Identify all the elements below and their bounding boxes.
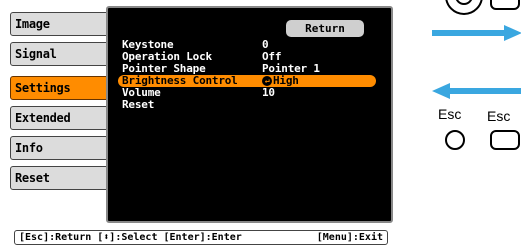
esc-label: Esc xyxy=(438,106,462,122)
tab-image[interactable]: Image xyxy=(10,12,118,36)
tab-label: Image xyxy=(15,17,50,31)
esc-rect-button-icon xyxy=(490,130,520,150)
menu-item-reset[interactable]: Reset xyxy=(118,99,376,111)
tab-rail: Image Signal Settings Extended Info Rese… xyxy=(10,12,120,224)
dial-button-icon xyxy=(445,0,483,15)
settings-panel: Return Keystone 0 Operation Lock Off Poi… xyxy=(106,6,393,223)
esc-label: Esc xyxy=(487,108,511,124)
esc-round-button-icon xyxy=(445,130,465,150)
tab-reset[interactable]: Reset xyxy=(10,166,118,190)
tab-label: Reset xyxy=(15,171,50,185)
status-exit-hint: [Menu]:Exit xyxy=(316,232,383,243)
tab-label: Settings xyxy=(15,81,71,95)
return-button[interactable]: Return xyxy=(286,20,364,37)
status-hints: [Esc]:Return [⬍]:Select [Enter]:Enter xyxy=(19,232,242,243)
tab-label: Extended xyxy=(15,111,71,125)
arrow-left-icon xyxy=(432,83,521,99)
item-value: 10 xyxy=(262,86,275,99)
projector-menu: Image Signal Settings Extended Info Rese… xyxy=(0,0,400,246)
remote-control-illustration: Esc Esc xyxy=(420,0,521,246)
item-value: High xyxy=(273,74,299,87)
status-bar: [Esc]:Return [⬍]:Select [Enter]:Enter [M… xyxy=(14,230,388,245)
arrow-right-icon xyxy=(432,25,521,41)
enter-icon: ↵ xyxy=(262,76,272,86)
tab-extended[interactable]: Extended xyxy=(10,106,118,130)
tab-label: Signal xyxy=(15,47,57,61)
tab-settings[interactable]: Settings xyxy=(10,76,118,100)
rect-button-icon xyxy=(490,0,520,10)
tab-label: Info xyxy=(15,141,43,155)
menu-item-volume[interactable]: Volume 10 xyxy=(118,87,376,99)
tab-signal[interactable]: Signal xyxy=(10,42,118,66)
tab-info[interactable]: Info xyxy=(10,136,118,160)
item-label: Reset xyxy=(122,98,155,111)
dial-inner-icon xyxy=(455,0,473,5)
